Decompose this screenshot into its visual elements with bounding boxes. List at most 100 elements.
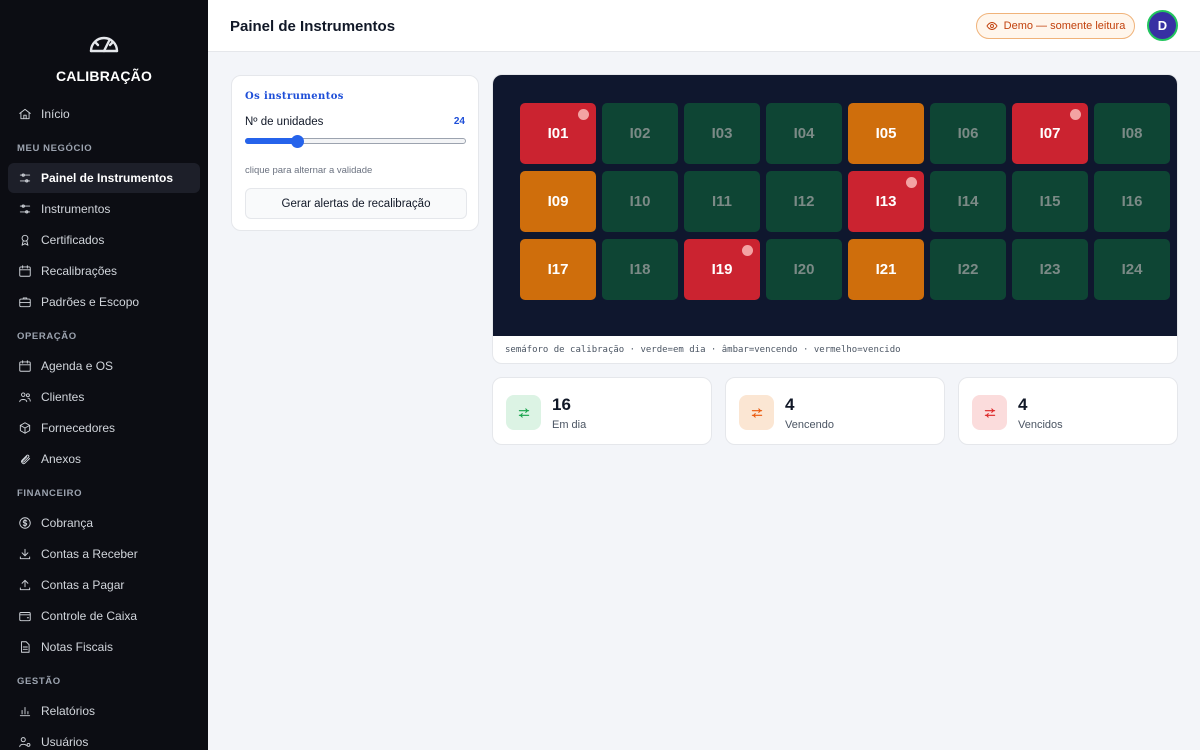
instrument-tile-i03[interactable]: I03: [684, 103, 760, 164]
sidebar-item-relatorios[interactable]: Relatórios: [8, 696, 200, 726]
sidebar-item-controle-de-caixa[interactable]: Controle de Caixa: [8, 601, 200, 631]
sliders-icon: [19, 173, 31, 183]
units-slider[interactable]: [245, 135, 466, 148]
demo-badge[interactable]: Demo — somente leitura: [976, 13, 1135, 39]
instrument-tile-label: I07: [1039, 125, 1061, 142]
instrument-tile-i01[interactable]: I01: [520, 103, 596, 164]
sliders-icon: [19, 204, 31, 214]
instrument-tile-label: I14: [957, 193, 979, 210]
sidebar-item-usuarios[interactable]: Usuários: [8, 727, 200, 750]
summary-value: 16: [552, 395, 571, 414]
sliders-icon: [984, 407, 995, 418]
instrument-tile-i09[interactable]: I09: [520, 171, 596, 232]
summary-icon-wrap: [972, 395, 1007, 430]
sidebar-item-inicio[interactable]: Início: [8, 99, 200, 129]
instrument-tile-i21[interactable]: I21: [848, 239, 924, 300]
slider-thumb[interactable]: [291, 135, 305, 148]
summary-label: Em dia: [552, 419, 587, 431]
sidebar-item-certificados[interactable]: Certificados: [8, 225, 200, 255]
instrument-tile-i05[interactable]: I05: [848, 103, 924, 164]
nav-section-gestao: GESTÃO: [17, 676, 61, 687]
slider-fill: [245, 138, 297, 144]
nav-section-operacao: OPERAÇÃO: [17, 331, 77, 342]
wallet-icon: [19, 612, 31, 622]
sidebar: CALIBRAÇÃO Início MEU NEGÓCIO Painel de In…: [0, 0, 208, 750]
instrument-tile-i17[interactable]: I17: [520, 239, 596, 300]
slider-value: 24: [453, 116, 465, 127]
sidebar-item-notas-fiscais[interactable]: Notas Fiscais: [8, 632, 200, 662]
avatar[interactable]: D: [1147, 10, 1178, 41]
instrument-tile-label: I23: [1039, 261, 1061, 278]
instrument-tile-label: I20: [793, 261, 815, 278]
sidebar-item-anexos[interactable]: Anexos: [8, 444, 200, 474]
sidebar-item-label: Agenda e OS: [41, 359, 114, 373]
instrument-tile-label: I10: [629, 193, 651, 210]
instrument-tile-label: I09: [547, 193, 569, 210]
sidebar-item-cobranca[interactable]: Cobrança: [8, 508, 200, 538]
instrument-tile-i19[interactable]: I19: [684, 239, 760, 300]
sidebar-item-label: Início: [41, 107, 70, 121]
instrument-tile-i15[interactable]: I15: [1012, 171, 1088, 232]
instrument-tile-i16[interactable]: I16: [1094, 171, 1170, 232]
sidebar-item-label: Recalibrações: [41, 264, 118, 278]
paperclip-icon: [21, 454, 31, 465]
user-cog-icon: [19, 737, 31, 748]
sidebar-item-label: Certificados: [41, 233, 105, 247]
instrument-tile-i23[interactable]: I23: [1012, 239, 1088, 300]
sidebar-item-painel-de-instrumentos[interactable]: Painel de Instrumentos: [8, 163, 200, 193]
sidebar-item-instrumentos[interactable]: Instrumentos: [8, 194, 200, 224]
sidebar-item-label: Contas a Pagar: [41, 578, 125, 592]
file-icon: [21, 641, 30, 653]
summary-card-vencendo: 4 Vencendo: [725, 377, 945, 445]
sidebar-item-contas-a-receber[interactable]: Contas a Receber: [8, 539, 200, 569]
summary-label: Vencendo: [785, 419, 834, 431]
instrument-tile-i11[interactable]: I11: [684, 171, 760, 232]
instrument-tile-i13[interactable]: I13: [848, 171, 924, 232]
calibration-board: I01 I02 I03 I04 I05 I06 I07 I08 I09 I10 I11 I12 I13 I…: [492, 74, 1178, 364]
sidebar-nav: Início MEU NEGÓCIO Painel de Instrumentos I…: [8, 99, 200, 750]
briefcase-icon: [19, 297, 31, 308]
sidebar-item-label: Notas Fiscais: [41, 640, 114, 654]
instrument-tile-i04[interactable]: I04: [766, 103, 842, 164]
sidebar-item-clientes[interactable]: Clientes: [8, 382, 200, 412]
summary-value: 4: [785, 395, 795, 414]
sidebar-item-contas-a-pagar[interactable]: Contas a Pagar: [8, 570, 200, 600]
nav-section-meu-negocio: MEU NEGÓCIO: [17, 143, 93, 154]
instrument-tile-label: I12: [793, 193, 815, 210]
sidebar-item-label: Cobrança: [41, 516, 94, 530]
page-title: Painel de Instrumentos: [230, 18, 396, 35]
instrument-tile-i02[interactable]: I02: [602, 103, 678, 164]
instrument-tile-i22[interactable]: I22: [930, 239, 1006, 300]
sidebar-item-fornecedores[interactable]: Fornecedores: [8, 413, 200, 443]
summary-card-vencidos: 4 Vencidos: [958, 377, 1178, 445]
instrument-tile-i06[interactable]: I06: [930, 103, 1006, 164]
instrument-tile-i12[interactable]: I12: [766, 171, 842, 232]
instrument-tile-label: I15: [1039, 193, 1061, 210]
instrument-tile-i10[interactable]: I10: [602, 171, 678, 232]
sidebar-item-label: Painel de Instrumentos: [41, 171, 174, 185]
summary-icon-wrap: [506, 395, 541, 430]
generate-alerts-button[interactable]: Gerar alertas de recalibração: [245, 188, 467, 219]
calendar-icon: [19, 265, 31, 277]
summary-card-em-dia: 16 Em dia: [492, 377, 712, 445]
instrument-tile-i20[interactable]: I20: [766, 239, 842, 300]
instrument-tile-i07[interactable]: I07: [1012, 103, 1088, 164]
overdue-indicator-dot: [578, 109, 589, 120]
sidebar-item-label: Anexos: [41, 452, 82, 466]
instrument-tile-label: I11: [711, 193, 733, 210]
sidebar-item-agenda-e-os[interactable]: Agenda e OS: [8, 351, 200, 381]
instrument-tile-i08[interactable]: I08: [1094, 103, 1170, 164]
summary-value: 4: [1018, 395, 1028, 414]
sidebar-item-label: Controle de Caixa: [41, 609, 138, 623]
panel-title: Os instrumentos: [245, 91, 344, 102]
sidebar-item-padroes-e-escopo[interactable]: Padrões e Escopo: [8, 287, 200, 317]
sidebar-item-recalibracoes[interactable]: Recalibrações: [8, 256, 200, 286]
instrument-tile-i24[interactable]: I24: [1094, 239, 1170, 300]
instrument-tile-label: I17: [547, 261, 569, 278]
box-icon: [19, 422, 31, 434]
toggle-hint: clique para alternar a validade: [245, 165, 373, 176]
instrument-tile-i14[interactable]: I14: [930, 171, 1006, 232]
sidebar-item-label: Fornecedores: [41, 421, 116, 435]
instrument-tile-i18[interactable]: I18: [602, 239, 678, 300]
instrument-tile-label: I02: [629, 125, 651, 142]
